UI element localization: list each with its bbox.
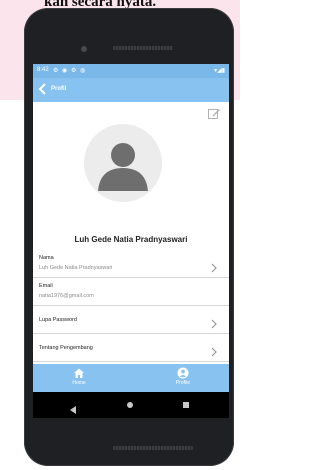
row-tentang-pengembang[interactable]: Tentang Pengembang bbox=[33, 335, 229, 362]
app-bar: Profil bbox=[33, 78, 229, 102]
home-icon bbox=[73, 366, 85, 378]
system-recents-icon[interactable] bbox=[183, 402, 189, 408]
profile-name: Luh Gede Natia Pradnyaswari bbox=[74, 235, 188, 244]
row-label: Tentang Pengembang bbox=[39, 345, 93, 351]
chevron-right-icon bbox=[210, 260, 218, 273]
app-bar-title: Profil bbox=[51, 86, 67, 92]
row-nama[interactable]: Nama Luh Gede Natia Pradnyaswari bbox=[33, 251, 229, 278]
status-time: 8:42 bbox=[37, 67, 49, 73]
nav-item-profile[interactable]: Profile bbox=[163, 366, 203, 386]
nav-label: Home bbox=[72, 380, 86, 386]
system-home-icon[interactable] bbox=[127, 402, 133, 408]
nav-item-home[interactable]: Home bbox=[59, 366, 99, 386]
system-back-icon[interactable] bbox=[69, 401, 77, 414]
bottom-speaker bbox=[113, 446, 193, 450]
notification-icons: ⚙ ◉ ⚙ ◍ bbox=[53, 68, 87, 74]
row-label: Lupa Password bbox=[39, 317, 77, 323]
chevron-right-icon bbox=[210, 344, 218, 357]
system-navigation-bar bbox=[33, 392, 229, 418]
row-value: Luh Gede Natia Pradnyaswari bbox=[39, 265, 113, 271]
nav-label: Profile bbox=[175, 380, 191, 386]
status-bar: 8:42 ⚙ ◉ ⚙ ◍ ▾◢▮ bbox=[33, 64, 229, 78]
row-value: natia1976@gmail.com bbox=[39, 293, 94, 299]
front-camera bbox=[81, 46, 87, 52]
bottom-navigation: Home Profile bbox=[33, 364, 229, 392]
signal-battery-icons: ▾◢▮ bbox=[214, 68, 225, 74]
earpiece-speaker bbox=[113, 46, 173, 50]
person-icon bbox=[98, 143, 148, 191]
row-lupa-password[interactable]: Lupa Password bbox=[33, 307, 229, 334]
row-label: Email bbox=[39, 283, 53, 289]
account-icon bbox=[177, 366, 189, 379]
row-label: Nama bbox=[39, 255, 54, 261]
edit-icon[interactable] bbox=[207, 106, 221, 120]
phone-screen: 8:42 ⚙ ◉ ⚙ ◍ ▾◢▮ Profil Luh Gede Natia P… bbox=[33, 64, 229, 418]
back-arrow-icon[interactable] bbox=[38, 83, 48, 95]
avatar bbox=[84, 124, 162, 202]
chevron-right-icon bbox=[210, 316, 218, 329]
row-email[interactable]: Email natia1976@gmail.com bbox=[33, 279, 229, 306]
